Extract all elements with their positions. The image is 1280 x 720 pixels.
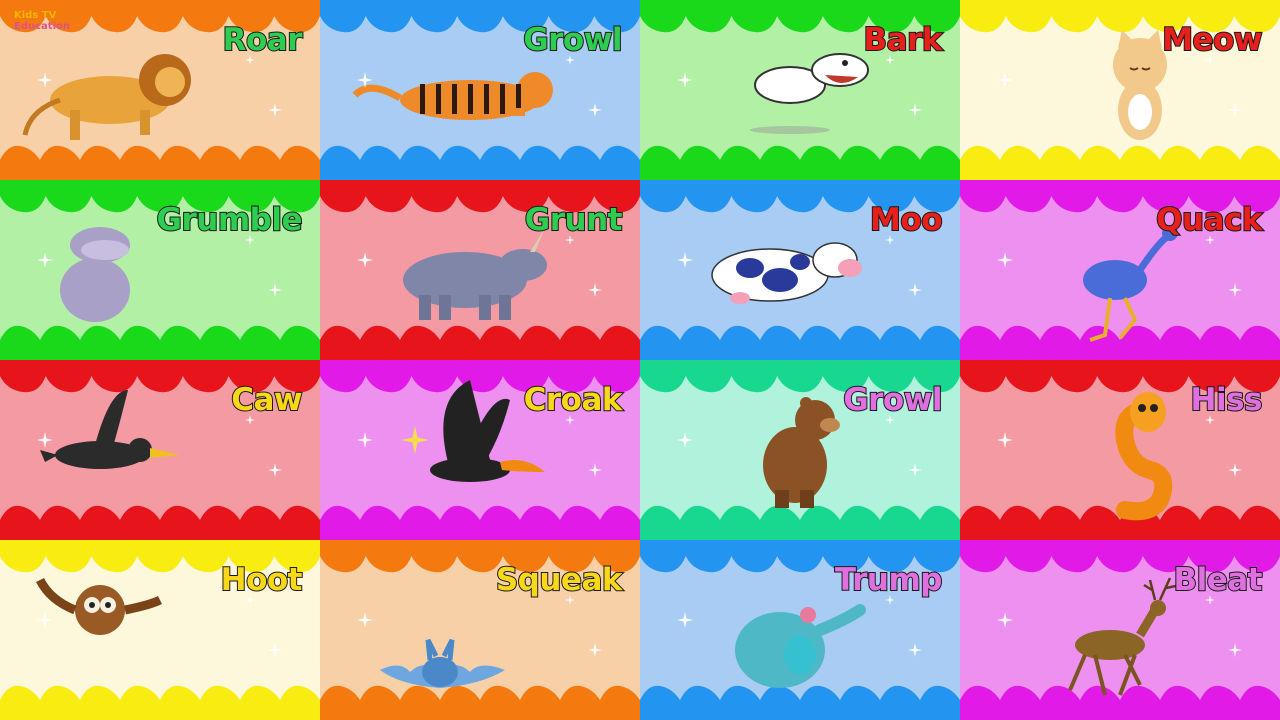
sound-word: Caw <box>230 381 303 419</box>
sound-word: Croak <box>523 381 624 419</box>
sound-word: Quack <box>1155 201 1263 239</box>
sound-word: Bark <box>863 21 944 59</box>
sound-word: Grunt <box>524 201 624 239</box>
logo-line-1: Kids TV <box>14 10 57 21</box>
sound-word: Growl <box>842 381 943 419</box>
sound-word: Moo <box>869 201 943 239</box>
tile-trump: Trump <box>640 540 960 720</box>
tile-bark: Bark <box>640 0 960 180</box>
tile-meow: Meow <box>960 0 1280 180</box>
tile-growl-bear: Growl <box>640 360 960 540</box>
sound-word: Roar <box>222 21 304 59</box>
tile-hiss: Hiss <box>960 360 1280 540</box>
tile-grunt: Grunt <box>320 180 640 360</box>
sound-word: Bleat <box>1172 561 1263 599</box>
tile-caw: Caw <box>0 360 320 540</box>
tile-growl-tiger: Growl <box>320 0 640 180</box>
sound-word: Hiss <box>1190 381 1264 419</box>
tile-squeak: Squeak <box>320 540 640 720</box>
tile-grumble: Grumble <box>0 180 320 360</box>
sound-word: Grumble <box>156 201 304 239</box>
animal-sounds-grid: Roar Growl Bark Meow Grumble Grunt Moo Q… <box>0 0 1280 720</box>
sound-word: Trump <box>834 561 944 599</box>
sound-word: Hoot <box>220 561 304 599</box>
sound-word: Meow <box>1161 21 1263 59</box>
sound-word: Squeak <box>495 561 624 599</box>
tile-bleat: Bleat <box>960 540 1280 720</box>
tile-croak: Croak <box>320 360 640 540</box>
sound-word: Growl <box>522 21 623 59</box>
channel-logo: Kids TV Education <box>14 10 70 32</box>
logo-line-2: Education <box>14 21 70 32</box>
tile-moo: Moo <box>640 180 960 360</box>
tile-hoot: Hoot <box>0 540 320 720</box>
tile-quack: Quack <box>960 180 1280 360</box>
